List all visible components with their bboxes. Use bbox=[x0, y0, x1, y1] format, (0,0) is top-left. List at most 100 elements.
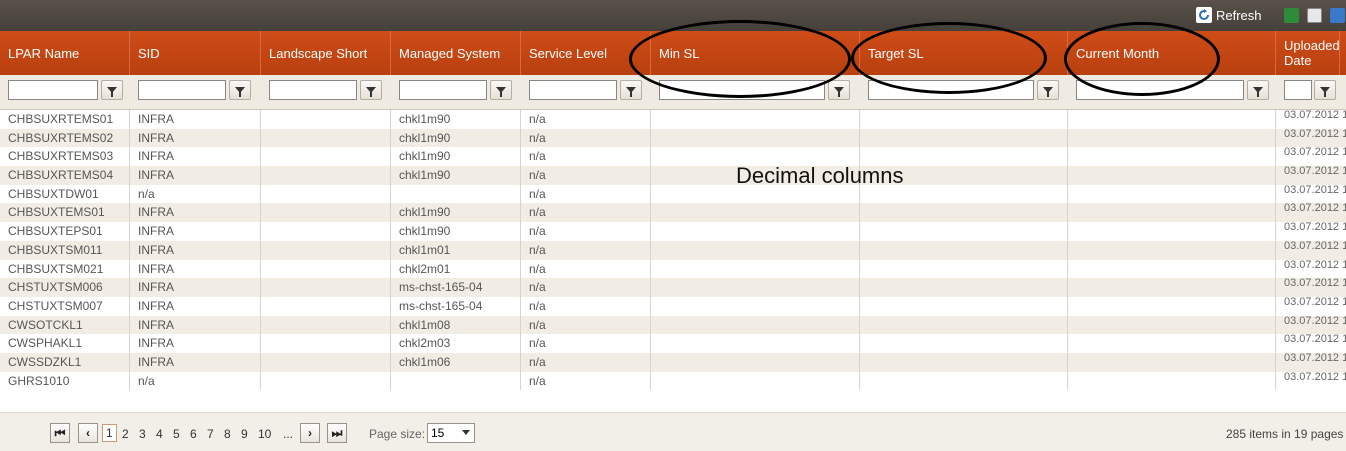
filter-icon bbox=[1043, 87, 1053, 97]
filter-input[interactable] bbox=[269, 80, 357, 100]
pager-summary: 285 items in 19 pages bbox=[1226, 427, 1344, 441]
table-cell: INFRA bbox=[130, 240, 261, 260]
column-header[interactable]: LPAR Name bbox=[0, 31, 130, 75]
table-cell bbox=[860, 334, 1068, 353]
pager-bar bbox=[0, 412, 1346, 451]
page-number[interactable]: 3 bbox=[139, 427, 146, 441]
page-size-value: 15 bbox=[431, 426, 445, 440]
table-cell: 03.07.2012 16:14:30 bbox=[1276, 110, 1346, 129]
filter-button[interactable] bbox=[1247, 80, 1269, 100]
table-cell: CHBSUXRTEMS02 bbox=[0, 128, 130, 148]
table-cell: CHBSUXTSM011 bbox=[0, 240, 130, 260]
filter-input[interactable] bbox=[529, 80, 617, 100]
page-number[interactable]: 7 bbox=[207, 427, 214, 441]
filter-input[interactable] bbox=[399, 80, 487, 100]
filter-button[interactable] bbox=[620, 80, 642, 100]
page-number[interactable]: ... bbox=[283, 427, 293, 441]
table-cell bbox=[1068, 184, 1276, 204]
table-cell bbox=[1068, 296, 1276, 316]
table-cell bbox=[860, 128, 1068, 148]
page-size-select[interactable]: 15 bbox=[427, 423, 475, 443]
first-page-button[interactable]: ⏮ bbox=[50, 423, 70, 443]
table-cell bbox=[261, 128, 391, 148]
column-header[interactable]: Managed System bbox=[391, 31, 521, 75]
table-row[interactable]: CHBSUXTEMS01INFRA chkl1m90n/a 03.07.2012 1… bbox=[0, 203, 1346, 223]
filter-icon bbox=[626, 87, 636, 97]
page-number[interactable]: 9 bbox=[241, 427, 248, 441]
table-cell: CHBSUXTSM021 bbox=[0, 259, 130, 279]
table-row[interactable]: CHBSUXTSM021INFRA chkl2m01n/a 03.07.2012 1… bbox=[0, 259, 1346, 279]
table-row[interactable]: CWSPHAKL1INFRA chkl2m03n/a 03.07.2012 16:1… bbox=[0, 334, 1346, 353]
filter-input[interactable] bbox=[1284, 80, 1312, 100]
filter-button[interactable] bbox=[490, 80, 512, 100]
export-csv-icon[interactable] bbox=[1307, 8, 1322, 23]
annotation-text: Decimal columns bbox=[736, 163, 904, 188]
table-cell bbox=[1068, 334, 1276, 353]
table-row[interactable]: CHSTUXTSM006 INFRA ms-chst-165-04 n/a 03.07.… bbox=[0, 278, 1346, 297]
table-cell: n/a bbox=[521, 352, 651, 372]
table-cell bbox=[1068, 128, 1276, 148]
table-cell: n/a bbox=[521, 315, 651, 335]
table-cell: CHBSUXRTEMS04 bbox=[0, 166, 130, 185]
filter-button[interactable] bbox=[1314, 80, 1336, 100]
filter-button[interactable] bbox=[229, 80, 251, 100]
filter-icon bbox=[1253, 87, 1263, 97]
table-cell: CWSOTCKL1 bbox=[0, 315, 130, 335]
column-header[interactable]: Landscape Short bbox=[261, 31, 391, 75]
filter-button[interactable] bbox=[101, 80, 123, 100]
filter-button[interactable] bbox=[1037, 80, 1059, 100]
table-cell: n/a bbox=[521, 278, 651, 297]
table-cell bbox=[860, 240, 1068, 260]
page-number[interactable]: 2 bbox=[122, 427, 129, 441]
export-excel-icon[interactable] bbox=[1284, 8, 1299, 23]
table-row[interactable]: CHSTUXTSM007 INFRA ms-chst-165-04 n/a 03.07.… bbox=[0, 296, 1346, 316]
table-cell: ms-chst-165-04 bbox=[391, 296, 521, 316]
page-number[interactable]: 5 bbox=[173, 427, 180, 441]
table-cell: n/a bbox=[521, 240, 651, 260]
table-row[interactable]: CHBSUXRTEMS03 INFRA chkl1m90 n/a 03.07.2012 … bbox=[0, 147, 1346, 167]
page-number[interactable]: 8 bbox=[224, 427, 231, 441]
filter-button[interactable] bbox=[360, 80, 382, 100]
column-header[interactable]: Uploaded Date bbox=[1276, 31, 1340, 75]
table-cell bbox=[651, 352, 860, 372]
page-number[interactable]: 4 bbox=[156, 427, 163, 441]
table-cell: n/a bbox=[521, 110, 651, 129]
filter-button[interactable] bbox=[828, 80, 850, 100]
export-chart-icon[interactable] bbox=[1330, 8, 1345, 23]
table-cell: chkl1m08 bbox=[391, 315, 521, 335]
table-cell bbox=[261, 296, 391, 316]
column-header[interactable]: SID bbox=[130, 31, 261, 75]
refresh-label: Refresh bbox=[1216, 7, 1262, 23]
table-cell: CWSSDZKL1 bbox=[0, 352, 130, 372]
table-row[interactable]: CHBSUXTDW01n/an/a03.07.2012 16:14:47 bbox=[0, 184, 1346, 204]
refresh-button[interactable]: Refresh bbox=[1196, 6, 1262, 24]
page-number[interactable]: 1 bbox=[102, 424, 117, 442]
filter-input[interactable] bbox=[8, 80, 98, 100]
table-cell bbox=[651, 371, 860, 391]
table-cell bbox=[651, 222, 860, 241]
filter-input[interactable] bbox=[138, 80, 226, 100]
table-cell: chkl1m90 bbox=[391, 222, 521, 241]
table-cell: GHRS1010 bbox=[0, 371, 130, 391]
table-row[interactable]: CHBSUXRTEMS04 INFRA chkl1m90 n/a 03.07.2012 … bbox=[0, 166, 1346, 185]
table-cell: INFRA bbox=[130, 278, 261, 297]
table-row[interactable]: GHRS1010n/an/a03.07.2012 16:15:16 bbox=[0, 371, 1346, 391]
table-row[interactable]: CHBSUXTSM011INFRA chkl1m01n/a 03.07.2012 1… bbox=[0, 240, 1346, 260]
filter-icon bbox=[834, 87, 844, 97]
page-number[interactable]: 10 bbox=[258, 427, 271, 441]
table-cell bbox=[860, 315, 1068, 335]
table-cell bbox=[261, 147, 391, 167]
page-number[interactable]: 6 bbox=[190, 427, 197, 441]
last-page-button[interactable]: ⏭ bbox=[327, 423, 347, 443]
table-row[interactable]: CHBSUXTEPS01INFRA chkl1m90n/a 03.07.2012 1… bbox=[0, 222, 1346, 241]
table-cell: 03.07.2012 16:14:51 bbox=[1276, 203, 1346, 222]
table-row[interactable]: CHBSUXRTEMS01 INFRA chkl1m90 n/a 03.07.2012 … bbox=[0, 110, 1346, 129]
prev-page-button[interactable]: ‹ bbox=[78, 423, 98, 443]
table-row[interactable]: CHBSUXRTEMS02 INFRA chkl1m90 n/a 03.07.2012 … bbox=[0, 128, 1346, 148]
table-cell: INFRA bbox=[130, 352, 261, 372]
table-row[interactable]: CWSSDZKL1INFRA chkl1m06n/a 03.07.2012 16:1… bbox=[0, 352, 1346, 372]
table-cell: 03.07.2012 16:14:42 bbox=[1276, 147, 1346, 166]
next-page-button[interactable]: › bbox=[300, 423, 320, 443]
calendar-icon bbox=[1320, 87, 1330, 97]
table-row[interactable]: CWSOTCKL1INFRA chkl1m08n/a 03.07.2012 16:1… bbox=[0, 315, 1346, 335]
